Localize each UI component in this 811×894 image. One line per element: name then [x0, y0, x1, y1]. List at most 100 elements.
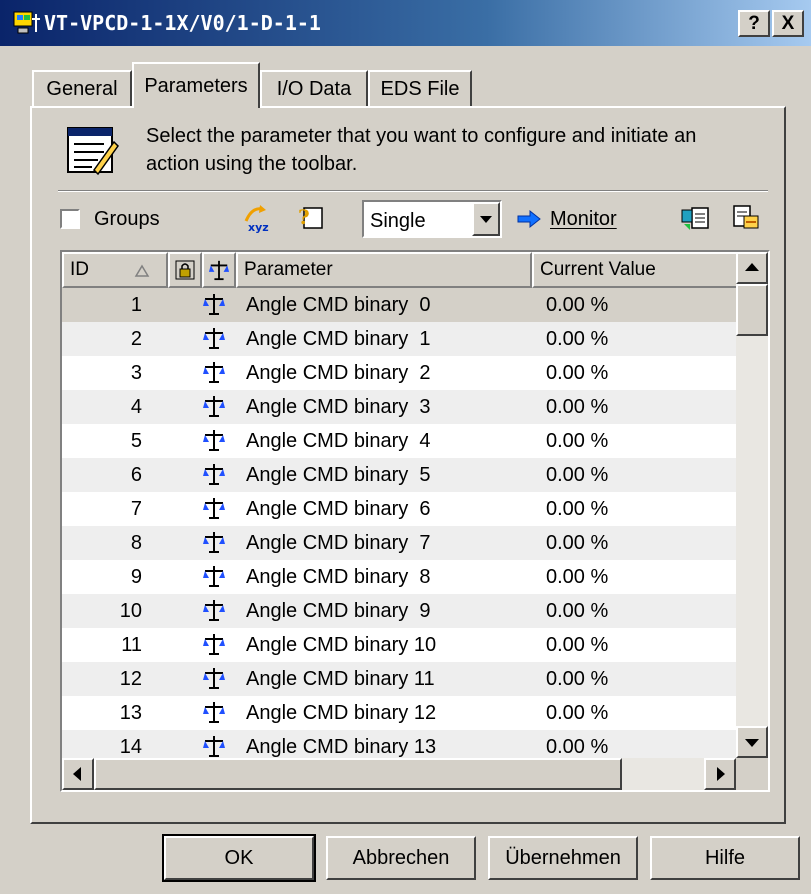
parameter-scale-icon: [203, 430, 225, 451]
table-row[interactable]: 13 Angle CMD binary 12 0.00 %: [62, 696, 738, 730]
table-row[interactable]: 2 Angle CMD binary 1 0.00 %: [62, 322, 738, 356]
table-row[interactable]: 6 Angle CMD binary 5 0.00 %: [62, 458, 738, 492]
table-row[interactable]: 12 Angle CMD binary 11 0.00 %: [62, 662, 738, 696]
column-header-id[interactable]: ID: [62, 252, 168, 288]
row-id: 6: [130, 464, 142, 486]
close-button[interactable]: X: [772, 10, 804, 37]
scroll-down-button[interactable]: [736, 726, 768, 758]
row-id: 1: [130, 294, 142, 316]
row-current-value: 0.00 %: [546, 396, 609, 418]
help-icon: ?: [748, 12, 760, 34]
groups-label: Groups: [94, 208, 160, 230]
scroll-up-button[interactable]: [736, 252, 768, 284]
row-current-value: 0.00 %: [546, 362, 609, 384]
chevron-up-icon: [745, 263, 759, 271]
row-parameter: Angle CMD binary 9: [246, 600, 431, 622]
row-parameter: Angle CMD binary 3: [246, 396, 431, 418]
download-from-device-icon[interactable]: [730, 202, 760, 232]
row-parameter: Angle CMD binary 1: [246, 328, 431, 350]
table-row[interactable]: 8 Angle CMD binary 7 0.00 %: [62, 526, 738, 560]
row-current-value: 0.00 %: [546, 736, 609, 758]
title-bar[interactable]: VT-VPCD-1-1X/V0/1-D-1-1 ? X: [0, 0, 811, 46]
table-row[interactable]: 3 Angle CMD binary 2 0.00 %: [62, 356, 738, 390]
device-icon: [13, 11, 40, 34]
vertical-scrollbar[interactable]: [736, 252, 768, 758]
tab-parameters[interactable]: Parameters: [132, 62, 260, 108]
row-parameter: Angle CMD binary 5: [246, 464, 431, 486]
instruction-text: Select the parameter that you want to co…: [146, 125, 697, 175]
row-parameter: Angle CMD binary 12: [246, 702, 437, 724]
column-header-parameter[interactable]: Parameter: [236, 252, 532, 288]
vertical-scroll-thumb[interactable]: [736, 284, 768, 336]
row-current-value: 0.00 %: [546, 430, 609, 452]
parameter-scale-icon: [203, 668, 225, 689]
parameter-help-icon[interactable]: ?: [296, 202, 326, 232]
parameter-scale-icon: [203, 702, 225, 723]
row-current-value: 0.00 %: [546, 668, 609, 690]
parameter-table[interactable]: ID Parameter Current Value 1 Angle CMD bi…: [60, 250, 770, 792]
close-icon: X: [781, 12, 795, 34]
row-id: 12: [119, 668, 142, 690]
table-row[interactable]: 9 Angle CMD binary 8 0.00 %: [62, 560, 738, 594]
table-row[interactable]: 1 Angle CMD binary 0 0.00 %: [62, 288, 738, 322]
row-parameter: Angle CMD binary 4: [246, 430, 431, 452]
parameter-scale-icon: [203, 498, 225, 519]
row-id: 14: [119, 736, 142, 758]
column-header-access[interactable]: [168, 252, 202, 288]
row-id: 3: [130, 362, 142, 384]
row-current-value: 0.00 %: [546, 532, 609, 554]
row-parameter: Angle CMD binary 0: [246, 294, 431, 316]
window-title: VT-VPCD-1-1X/V0/1-D-1-1: [44, 11, 321, 35]
monitor-button[interactable]: Monitor: [516, 205, 617, 233]
row-parameter: Angle CMD binary 8: [246, 566, 431, 588]
cancel-button[interactable]: Abbrechen: [326, 836, 476, 880]
chevron-right-icon: [717, 767, 725, 781]
groups-checkbox[interactable]: [60, 209, 80, 229]
row-id: 13: [119, 702, 142, 724]
row-parameter: Angle CMD binary 6: [246, 498, 431, 520]
row-current-value: 0.00 %: [546, 464, 609, 486]
help-button[interactable]: ?: [738, 10, 770, 37]
row-id: 9: [130, 566, 142, 588]
row-id: 7: [130, 498, 142, 520]
dropdown-button[interactable]: [472, 202, 500, 236]
row-current-value: 0.00 %: [546, 498, 609, 520]
tab-io-data[interactable]: I/O Data: [260, 70, 368, 106]
column-header-current-value[interactable]: Current Value: [532, 252, 738, 288]
row-current-value: 0.00 %: [546, 702, 609, 724]
scroll-right-button[interactable]: [704, 758, 736, 790]
parameter-scale-icon: [203, 294, 225, 315]
row-id: 2: [130, 328, 142, 350]
ok-button[interactable]: OK: [162, 834, 316, 882]
chevron-left-icon: [73, 767, 81, 781]
apply-button[interactable]: Übernehmen: [488, 836, 638, 880]
row-id: 11: [121, 634, 142, 656]
upload-to-device-icon[interactable]: [680, 202, 710, 232]
help-dialog-button[interactable]: Hilfe: [650, 836, 800, 880]
table-row[interactable]: 11 Angle CMD binary 10 0.00 %: [62, 628, 738, 662]
scroll-left-button[interactable]: [62, 758, 94, 790]
row-parameter: Angle CMD binary 2: [246, 362, 431, 384]
parameter-scale-icon: [203, 362, 225, 383]
parameter-scale-icon: [203, 532, 225, 553]
parameter-scale-icon: [203, 396, 225, 417]
column-header-type[interactable]: [202, 252, 236, 288]
arrow-right-icon: [517, 209, 541, 229]
tab-eds-file[interactable]: EDS File: [368, 70, 472, 106]
row-current-value: 0.00 %: [546, 566, 609, 588]
table-row[interactable]: 10 Angle CMD binary 9 0.00 %: [62, 594, 738, 628]
separator: [58, 190, 768, 192]
row-id: 10: [119, 600, 142, 622]
tab-general[interactable]: General: [32, 70, 132, 106]
sort-xyz-icon[interactable]: xyz: [242, 203, 272, 233]
horizontal-scroll-thumb[interactable]: [94, 758, 622, 790]
horizontal-scrollbar[interactable]: [62, 758, 736, 790]
parameter-scale-icon: [203, 464, 225, 485]
parameter-list-icon: [67, 127, 119, 176]
table-row[interactable]: 7 Angle CMD binary 6 0.00 %: [62, 492, 738, 526]
mode-select[interactable]: Single: [362, 200, 502, 238]
table-row[interactable]: 4 Angle CMD binary 3 0.00 %: [62, 390, 738, 424]
row-current-value: 0.00 %: [546, 294, 609, 316]
table-row[interactable]: 5 Angle CMD binary 4 0.00 %: [62, 424, 738, 458]
row-id: 8: [130, 532, 142, 554]
